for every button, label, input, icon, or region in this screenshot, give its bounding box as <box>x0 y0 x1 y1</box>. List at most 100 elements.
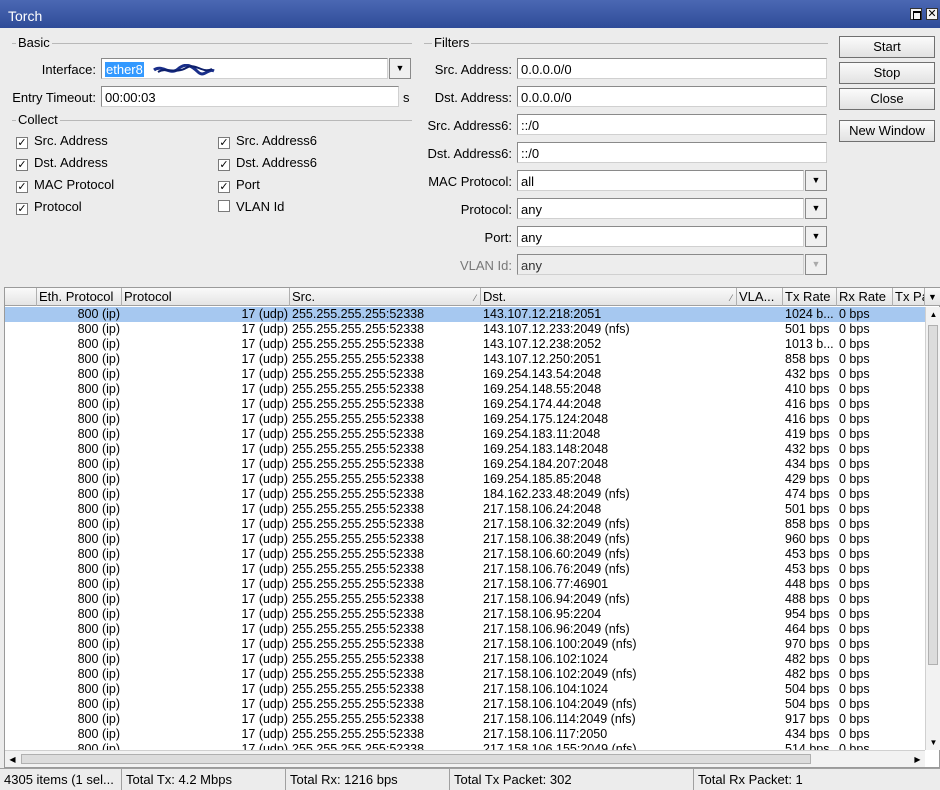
dst-address-checkbox[interactable]: ✓ Dst. Address <box>16 155 108 171</box>
src-address-input[interactable]: 0.0.0.0/0 <box>517 58 827 79</box>
table-row[interactable]: 800 (ip) 17 (udp) 255.255.255.255:52338 217… <box>5 712 925 727</box>
cell-tx-rate: 501 bps <box>785 322 830 336</box>
cell-tx-rate: 432 bps <box>785 442 830 456</box>
vlan-id-dropdown-icon[interactable]: ▼ <box>805 254 827 275</box>
table-row[interactable]: 800 (ip) 17 (udp) 255.255.255.255:52338 169… <box>5 427 925 442</box>
dst-address6-input[interactable]: ::/0 <box>517 142 827 163</box>
cell-eth-protocol: 800 (ip) <box>77 322 120 336</box>
table-row[interactable]: 800 (ip) 17 (udp) 255.255.255.255:52338 217… <box>5 547 925 562</box>
column-header-tx-rate[interactable]: Tx Rate <box>783 288 837 306</box>
dst-address-input[interactable]: 0.0.0.0/0 <box>517 86 827 107</box>
table-row[interactable]: 800 (ip) 17 (udp) 255.255.255.255:52338 217… <box>5 682 925 697</box>
dst-address6-checkbox[interactable]: ✓ Dst. Address6 <box>218 155 317 171</box>
port-checkbox[interactable]: ✓ Port <box>218 177 260 193</box>
table-row[interactable]: 800 (ip) 17 (udp) 255.255.255.255:52338 217… <box>5 697 925 712</box>
mac-protocol-checkbox[interactable]: ✓ MAC Protocol <box>16 177 114 193</box>
table-row[interactable]: 800 (ip) 17 (udp) 255.255.255.255:52338 217… <box>5 532 925 547</box>
maximize-icon[interactable] <box>910 8 922 20</box>
protocol-checkbox[interactable]: ✓ Protocol <box>16 199 82 215</box>
table-row[interactable]: 800 (ip) 17 (udp) 255.255.255.255:52338 217… <box>5 727 925 742</box>
mac-protocol-dropdown-icon[interactable]: ▼ <box>805 170 827 191</box>
column-header-vlan[interactable]: VLA... <box>737 288 783 306</box>
scroll-thumb-horizontal[interactable] <box>21 754 811 764</box>
scroll-right-icon[interactable]: ▶ <box>910 751 925 768</box>
cell-eth-protocol: 800 (ip) <box>77 487 120 501</box>
protocol-dropdown-icon[interactable]: ▼ <box>805 198 827 219</box>
table-row[interactable]: 800 (ip) 17 (udp) 255.255.255.255:52338 143… <box>5 337 925 352</box>
horizontal-scrollbar[interactable]: ◀ ▶ <box>5 750 925 767</box>
interface-dropdown-icon[interactable]: ▼ <box>389 58 411 79</box>
cell-rx-rate: 0 bps <box>839 667 870 681</box>
table-row[interactable]: 800 (ip) 17 (udp) 255.255.255.255:52338 169… <box>5 367 925 382</box>
scroll-left-icon[interactable]: ◀ <box>5 751 20 768</box>
table-row[interactable]: 800 (ip) 17 (udp) 255.255.255.255:52338 217… <box>5 742 925 750</box>
vlan-id-checkbox[interactable]: VLAN Id <box>218 199 284 214</box>
table-row[interactable]: 800 (ip) 17 (udp) 255.255.255.255:52338 217… <box>5 637 925 652</box>
settings-panel: Basic Interface: ether8 ▼ Entry Timeout:… <box>0 28 940 286</box>
table-row[interactable]: 800 (ip) 17 (udp) 255.255.255.255:52338 217… <box>5 577 925 592</box>
table-row[interactable]: 800 (ip) 17 (udp) 255.255.255.255:52338 217… <box>5 622 925 637</box>
table-row[interactable]: 800 (ip) 17 (udp) 255.255.255.255:52338 217… <box>5 607 925 622</box>
table-row[interactable]: 800 (ip) 17 (udp) 255.255.255.255:52338 217… <box>5 562 925 577</box>
table-row[interactable]: 800 (ip) 17 (udp) 255.255.255.255:52338 217… <box>5 592 925 607</box>
table-row[interactable]: 800 (ip) 17 (udp) 255.255.255.255:52338 217… <box>5 502 925 517</box>
column-header-protocol[interactable]: Protocol <box>122 288 290 306</box>
table-row[interactable]: 800 (ip) 17 (udp) 255.255.255.255:52338 169… <box>5 442 925 457</box>
cell-protocol: 17 (udp) <box>241 472 288 486</box>
cell-protocol: 17 (udp) <box>241 577 288 591</box>
close-button[interactable]: Close <box>839 88 935 110</box>
table-row[interactable]: 800 (ip) 17 (udp) 255.255.255.255:52338 169… <box>5 382 925 397</box>
cell-vlan <box>737 637 783 652</box>
vlan-id-select[interactable]: any <box>517 254 804 275</box>
cell-protocol: 17 (udp) <box>241 397 288 411</box>
cell-dst: 217.158.106.102:2049 (nfs) <box>483 667 637 681</box>
interface-select[interactable]: ether8 <box>101 58 388 79</box>
stop-button[interactable]: Stop <box>839 62 935 84</box>
table-row[interactable]: 800 (ip) 17 (udp) 255.255.255.255:52338 169… <box>5 412 925 427</box>
interface-value: ether8 <box>105 62 144 77</box>
src-address6-checkbox[interactable]: ✓ Src. Address6 <box>218 133 317 149</box>
column-menu-icon[interactable]: ▼ <box>925 288 940 306</box>
src-address6-input[interactable]: ::/0 <box>517 114 827 135</box>
cell-protocol: 17 (udp) <box>241 607 288 621</box>
cell-eth-protocol: 800 (ip) <box>77 607 120 621</box>
cell-protocol: 17 (udp) <box>241 412 288 426</box>
table-row[interactable]: 800 (ip) 17 (udp) 255.255.255.255:52338 169… <box>5 472 925 487</box>
scroll-up-icon[interactable]: ▲ <box>926 307 940 322</box>
column-header-dst[interactable]: Dst. ⁄ <box>481 288 737 306</box>
vertical-scrollbar[interactable]: ▲ ▼ <box>925 307 940 750</box>
close-icon[interactable]: ✕ <box>926 8 938 20</box>
entry-timeout-input[interactable]: 00:00:03 <box>101 86 399 107</box>
start-button[interactable]: Start <box>839 36 935 58</box>
new-window-button[interactable]: New Window <box>839 120 935 142</box>
table-row[interactable]: 800 (ip) 17 (udp) 255.255.255.255:52338 217… <box>5 667 925 682</box>
table-row[interactable]: 800 (ip) 17 (udp) 255.255.255.255:52338 217… <box>5 517 925 532</box>
cell-src: 255.255.255.255:52338 <box>292 307 425 321</box>
table-row[interactable]: 800 (ip) 17 (udp) 255.255.255.255:52338 169… <box>5 457 925 472</box>
column-header-src[interactable]: Src. ⁄ <box>290 288 481 306</box>
checkbox-checked-icon: ✓ <box>218 159 230 171</box>
port-dropdown-icon[interactable]: ▼ <box>805 226 827 247</box>
protocol-select[interactable]: any <box>517 198 804 219</box>
table-row[interactable]: 800 (ip) 17 (udp) 255.255.255.255:52338 143… <box>5 352 925 367</box>
mac-protocol-select[interactable]: all <box>517 170 804 191</box>
table-row[interactable]: 800 (ip) 17 (udp) 255.255.255.255:52338 217… <box>5 652 925 667</box>
table-row[interactable]: 800 (ip) 17 (udp) 255.255.255.255:52338 143… <box>5 322 925 337</box>
src-address-checkbox[interactable]: ✓ Src. Address <box>16 133 108 149</box>
cell-protocol: 17 (udp) <box>241 517 288 531</box>
column-header-rx-rate[interactable]: Rx Rate <box>837 288 893 306</box>
cell-protocol: 17 (udp) <box>241 352 288 366</box>
column-header-index[interactable] <box>5 288 37 306</box>
table-row[interactable]: 800 (ip) 17 (udp) 255.255.255.255:52338 169… <box>5 397 925 412</box>
cell-dst: 169.254.185.85:2048 <box>483 472 602 486</box>
table-row[interactable]: 800 (ip) 17 (udp) 255.255.255.255:52338 184… <box>5 487 925 502</box>
cell-rx-rate: 0 bps <box>839 487 870 501</box>
table-row-selected[interactable]: 800 (ip) 17 (udp) 255.255.255.255:52338 143… <box>5 307 925 322</box>
column-header-tx-packet[interactable]: Tx Pa <box>893 288 925 306</box>
src-address-label: Src. Address: <box>434 62 512 77</box>
scroll-down-icon[interactable]: ▼ <box>926 735 940 750</box>
column-header-eth-protocol[interactable]: Eth. Protocol <box>37 288 122 306</box>
cell-eth-protocol: 800 (ip) <box>77 442 120 456</box>
port-select[interactable]: any <box>517 226 804 247</box>
scroll-thumb[interactable] <box>928 325 938 665</box>
